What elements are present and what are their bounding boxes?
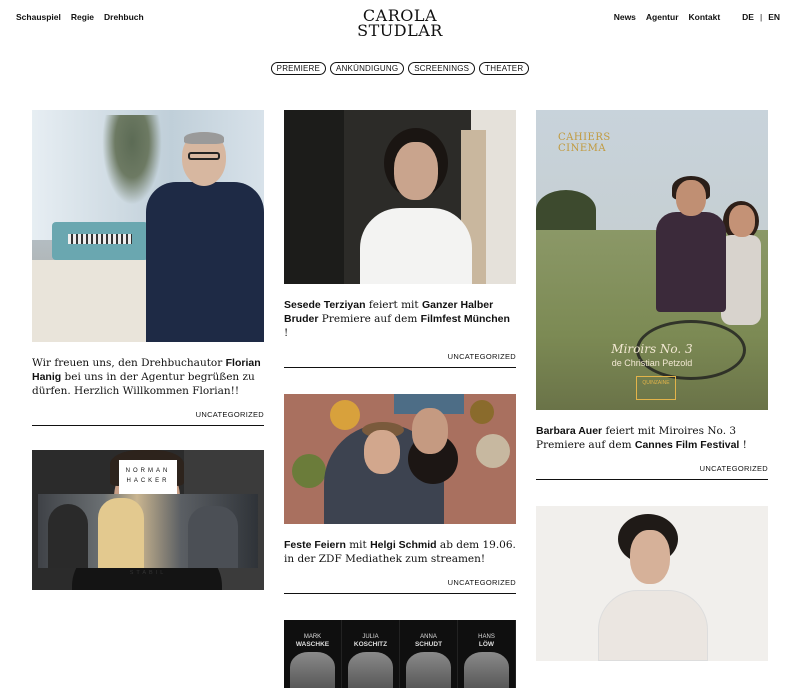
category-link[interactable]: UNCATEGORIZED: [536, 464, 768, 480]
cast-poster[interactable]: MARK WASCHKE JULIA KOSCHITZ ANNA SCHUDT HAN…: [284, 620, 516, 688]
site-logo[interactable]: CAROLA STUDLAR: [350, 8, 450, 40]
post-caption: Barbara Auer feiert mit Miroires No. 3 P…: [536, 425, 747, 451]
feste-feiern-photo[interactable]: [284, 394, 516, 524]
stabil-still[interactable]: [38, 494, 258, 568]
column-2: Sesede Terziyan feiert mit Ganzer Halber…: [284, 110, 516, 688]
lang-en[interactable]: EN: [768, 12, 780, 22]
lang-separator: |: [759, 12, 763, 22]
cahiers-cinema-logo: CAHIERS CINEMA: [558, 132, 611, 154]
sesede-photo[interactable]: [284, 110, 516, 284]
filter-screenings[interactable]: SCREENINGS: [408, 62, 476, 75]
poster-koschitz: JULIA KOSCHITZ: [342, 620, 400, 688]
barbara-link[interactable]: Barbara Auer: [536, 425, 602, 437]
language-switch: DE | EN: [742, 12, 780, 22]
poster-loew: HANS LÖW: [458, 620, 516, 688]
movie-title: Miroirs No. 3: [611, 342, 693, 356]
quinzaine-badge: QUINZAINE: [636, 376, 676, 400]
feste-feiern-link[interactable]: Feste Feiern: [284, 539, 346, 551]
name-tag: NORMAN HACKER: [119, 460, 177, 494]
category-link[interactable]: UNCATEGORIZED: [284, 352, 516, 368]
stabil-label: STABIL: [129, 570, 167, 576]
miroirs-poster[interactable]: CAHIERS CINEMA Miroirs No. 3 de Christia…: [536, 110, 768, 410]
nav-agentur[interactable]: Agentur: [646, 12, 679, 22]
movie-director: de Christian Petzold: [611, 358, 693, 368]
julia-photo[interactable]: [536, 506, 768, 661]
post-sesede-terziyan: Sesede Terziyan feiert mit Ganzer Halber…: [284, 110, 516, 368]
post-barbara-auer: CAHIERS CINEMA Miroirs No. 3 de Christia…: [536, 110, 768, 480]
lang-de[interactable]: DE: [742, 12, 754, 22]
sesede-link[interactable]: Sesede Terziyan: [284, 299, 366, 311]
post-feste-feiern: Feste Feiern mit Helgi Schmid ab dem 19.…: [284, 394, 516, 594]
poster-schudt: ANNA SCHUDT: [400, 620, 458, 688]
nav-news[interactable]: News: [614, 12, 636, 22]
nav-kontakt[interactable]: Kontakt: [689, 12, 721, 22]
filter-ankuendigung[interactable]: ANKÜNDIGUNG: [330, 62, 405, 75]
post-caption: Sesede Terziyan feiert mit Ganzer Halber…: [284, 299, 510, 339]
column-3: CAHIERS CINEMA Miroirs No. 3 de Christia…: [536, 110, 768, 661]
category-link[interactable]: UNCATEGORIZED: [284, 578, 516, 594]
poster-waschke: MARK WASCHKE: [284, 620, 342, 688]
secondary-nav: News Agentur Kontakt DE | EN: [614, 12, 780, 22]
logo-line-2: STUDLAR: [357, 21, 443, 40]
post-julia-koschitz: [536, 506, 768, 661]
post-film-poster: MARK WASCHKE JULIA KOSCHITZ ANNA SCHUDT HAN…: [284, 620, 516, 688]
filter-theater[interactable]: THEATER: [479, 62, 530, 75]
norman-collage: NORMAN HACKER STABIL: [32, 0, 264, 688]
post-caption: Feste Feiern mit Helgi Schmid ab dem 19.…: [284, 539, 516, 565]
filter-premiere[interactable]: PREMIERE: [270, 62, 327, 75]
